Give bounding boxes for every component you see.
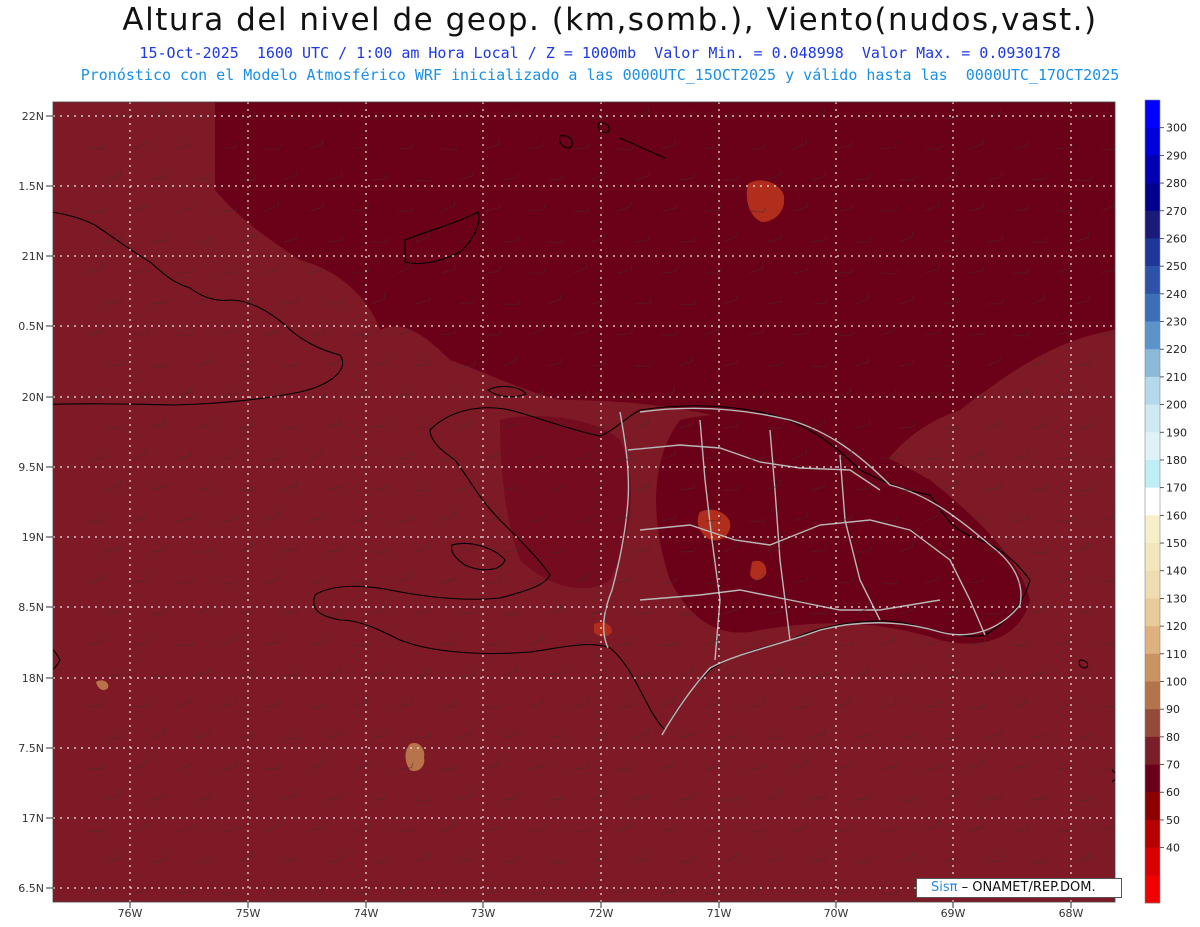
lon-label: 69W [941,907,966,920]
colorbar-label: 120 [1166,620,1187,633]
lon-label: 75W [236,907,261,920]
colorbar-swatch [1145,100,1160,128]
wind-barb [1120,544,1135,552]
colorbar-label: 250 [1166,260,1187,273]
wind-barb [1120,671,1136,676]
colorbar-swatch [1145,238,1160,267]
colorbar-swatch [1145,515,1160,544]
credit-text: – ONAMET/REP.DOM. [957,880,1096,895]
colorbar-swatch [1145,432,1160,461]
lon-label: 68W [1059,907,1084,920]
lat-label: 21N [22,250,44,263]
lon-label: 73W [471,907,496,920]
lon-label: 70W [824,907,849,920]
colorbar-swatch [1145,626,1160,655]
colorbar-label: 160 [1166,509,1187,522]
colorbar-swatch [1145,543,1160,572]
colorbar-label: 80 [1166,731,1180,744]
colorbar-label: 210 [1166,371,1187,384]
colorbar-label: 100 [1166,675,1187,688]
colorbar-swatch [1145,736,1160,765]
colorbar: 300 290 280 270 260 250 240 230 220 210 200 190 180 1… [1144,99,1187,904]
colorbar-label: 40 [1166,842,1180,855]
colorbar-swatch [1145,681,1160,710]
lat-label: 1.5N [18,180,44,193]
colorbar-label: 240 [1166,288,1187,301]
colorbar-swatch [1145,487,1160,516]
colorbar-label: 220 [1166,343,1187,356]
colorbar-swatch [1145,598,1160,627]
lat-label: 6.5N [18,882,44,895]
lon-label: 71W [707,907,732,920]
lon-label: 76W [118,907,143,920]
wind-barb [1120,481,1134,490]
colorbar-swatch [1145,293,1160,322]
colorbar-label: 180 [1166,454,1187,467]
colorbar-label: 130 [1166,592,1187,605]
colorbar-label: 110 [1166,648,1187,661]
wind-barb [1120,417,1133,428]
colorbar-swatch [1145,183,1160,212]
colorbar-swatch [1145,847,1160,876]
colorbar-label: 50 [1166,814,1180,827]
colorbar-swatch [1145,570,1160,599]
colorbar-swatch [1145,459,1160,488]
lat-label: 19N [22,531,44,544]
wind-barb [1120,171,1134,180]
colorbar-swatch [1145,875,1160,904]
colorbar-label: 230 [1166,316,1187,329]
colorbar-label: 270 [1166,205,1187,218]
longitude-labels: 76W 75W 74W 73W 72W 71W 70W 69W 68W [118,902,1084,920]
sispi-logo: Sisπ [931,880,958,895]
colorbar-label: 280 [1166,177,1187,190]
colorbar-swatch [1145,404,1160,433]
field-low-spot-1 [405,742,425,772]
lon-label: 74W [354,907,379,920]
colorbar-swatch [1145,653,1160,682]
wind-barb [1120,854,1135,862]
lat-label: 20N [22,391,44,404]
colorbar-label: 260 [1166,232,1187,245]
lat-label: 8.5N [18,601,44,614]
colorbar-label: 60 [1166,786,1180,799]
lat-label: 0.5N [18,320,44,333]
lat-label: 22N [22,110,44,123]
colorbar-label: 200 [1166,399,1187,412]
colorbar-swatch [1145,349,1160,378]
wind-barb [1120,234,1135,242]
geopotential-map: 22N 1.5N 21N 0.5N 20N 9.5N 19N 8.5N 18N 7.5N 17N 6.… [18,99,1187,920]
colorbar-swatch [1145,376,1160,405]
wind-barb [1120,298,1135,304]
colorbar-swatch [1145,709,1160,738]
colorbar-label: 290 [1166,149,1187,162]
lat-label: 17N [22,812,44,825]
colorbar-label: 90 [1166,703,1180,716]
credit-box: Sisπ – ONAMET/REP.DOM. [916,878,1122,898]
lon-label: 72W [589,907,614,920]
wind-barb [1120,107,1133,118]
colorbar-swatch [1145,210,1160,239]
wind-barb [1120,361,1136,366]
colorbar-swatch [1145,792,1160,821]
colorbar-swatch [1145,127,1160,156]
colorbar-label: 140 [1166,565,1187,578]
colorbar-label: 170 [1166,482,1187,495]
colorbar-swatch [1145,155,1160,184]
wind-barb [1120,791,1134,800]
colorbar-label: 190 [1166,426,1187,439]
lat-label: 18N [22,672,44,685]
lat-label: 9.5N [18,461,44,474]
lat-label: 7.5N [18,742,44,755]
latitude-labels: 22N 1.5N 21N 0.5N 20N 9.5N 19N 8.5N 18N 7.5N 17N 6.… [18,110,53,895]
colorbar-swatch [1145,266,1160,295]
colorbar-swatch [1145,321,1160,350]
wind-barb [1120,727,1133,738]
colorbar-swatch [1145,764,1160,793]
colorbar-label: 300 [1166,122,1187,135]
wind-barb [1120,608,1135,614]
colorbar-swatch [1145,819,1160,848]
colorbar-label: 70 [1166,759,1180,772]
colorbar-label: 150 [1166,537,1187,550]
